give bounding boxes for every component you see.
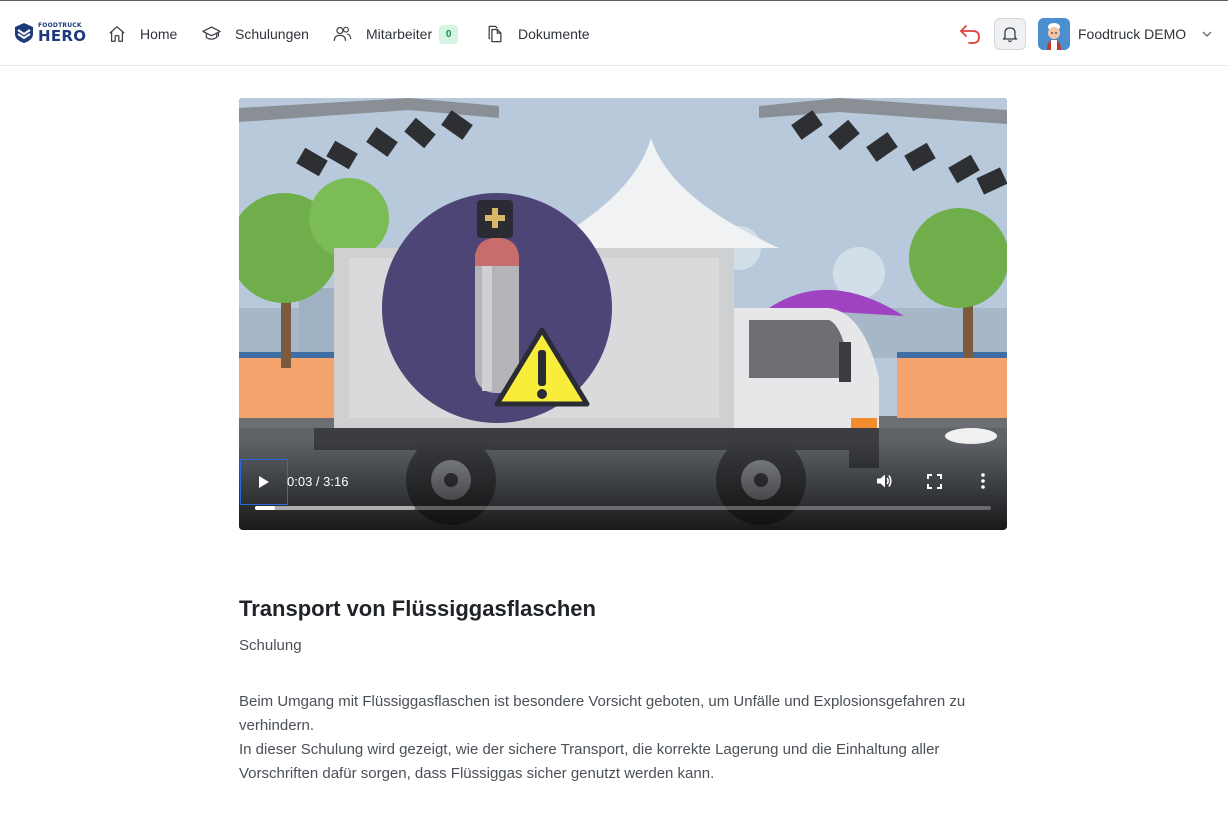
- nav-dokumente[interactable]: Dokumente: [487, 23, 590, 45]
- foodtruck-hero-logo[interactable]: FOODTRUCK HERO: [14, 21, 87, 47]
- training-title: Transport von Flüssiggasflaschen: [239, 596, 596, 621]
- play-icon: [259, 476, 269, 488]
- nav-home[interactable]: Home: [108, 23, 177, 45]
- volume-icon: [877, 474, 892, 488]
- nav-home-label: Home: [140, 26, 178, 42]
- nav-schulungen[interactable]: Schulungen: [202, 23, 309, 45]
- avatar: [1038, 18, 1070, 50]
- nav-schulungen-label: Schulungen: [235, 26, 309, 42]
- more-options-button[interactable]: [978, 472, 988, 495]
- chevron-down-icon: [1202, 31, 1212, 37]
- fullscreen-icon: [927, 474, 942, 489]
- graduation-cap-icon: [202, 26, 221, 40]
- video-player[interactable]: 0:03 / 3:16: [239, 98, 1007, 530]
- shield-logo-icon: [15, 23, 33, 43]
- user-menu[interactable]: Foodtruck DEMO: [1038, 18, 1213, 50]
- logo-main-text: HERO: [38, 27, 87, 45]
- user-name: Foodtruck DEMO: [1078, 26, 1187, 42]
- users-icon: [333, 26, 352, 41]
- notifications-button[interactable]: [994, 18, 1026, 50]
- documents-icon: [488, 25, 502, 43]
- volume-button[interactable]: [875, 472, 893, 495]
- video-time: 0:03 / 3:16: [287, 474, 349, 489]
- undo-arrow-icon: [960, 25, 980, 44]
- nav-mitarbeiter[interactable]: Mitarbeiter 0: [333, 23, 459, 45]
- description-paragraph: In dieser Schulung wird gezeigt, wie der…: [239, 741, 940, 782]
- training-description: Beim Umgang mit Flüssiggasflaschen ist b…: [239, 690, 1009, 786]
- more-vert-icon: [981, 473, 985, 489]
- avatar-chef-icon: [1038, 18, 1070, 50]
- top-navigation: FOODTRUCK HERO Home Schulungen Mitarbeit…: [0, 0, 1228, 66]
- mitarbeiter-count-badge: 0: [439, 24, 459, 44]
- fullscreen-button[interactable]: [927, 474, 942, 494]
- home-icon: [109, 26, 125, 42]
- undo-button[interactable]: [958, 23, 982, 50]
- nav-mitarbeiter-label: Mitarbeiter: [366, 26, 433, 42]
- progress-played: [255, 506, 275, 510]
- nav-dokumente-label: Dokumente: [518, 26, 590, 42]
- description-paragraph: Beim Umgang mit Flüssiggasflaschen ist b…: [239, 693, 966, 734]
- video-progress-bar[interactable]: [255, 506, 991, 510]
- play-button[interactable]: [240, 459, 288, 505]
- bell-icon: [1002, 27, 1018, 43]
- progress-buffered: [255, 506, 415, 510]
- training-type: Schulung: [239, 637, 302, 654]
